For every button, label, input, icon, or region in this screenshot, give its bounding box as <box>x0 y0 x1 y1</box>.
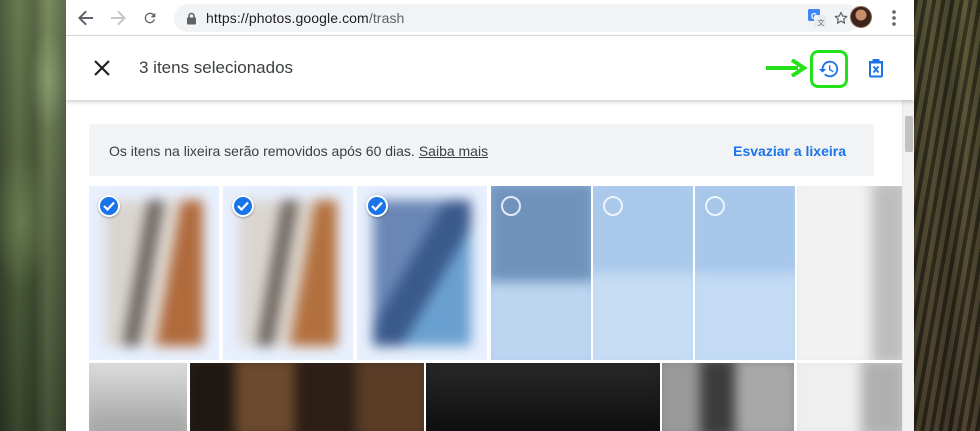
banner-text: Os itens na lixeira serão removidos após… <box>109 143 415 159</box>
photo-tile[interactable] <box>695 186 795 360</box>
more-vert-icon[interactable] <box>884 7 904 29</box>
google-photos-trash-page: 3 itens selecionados Os itens na lixeira… <box>66 36 914 431</box>
photo-tile[interactable] <box>797 186 902 360</box>
url-host: https://photos.google.com <box>206 10 369 26</box>
photo-thumbnail <box>239 200 337 346</box>
browser-window: https://photos.google.com/trash G 文 3 it… <box>66 0 914 431</box>
arrow-left-icon <box>78 10 93 26</box>
select-circle[interactable] <box>501 196 521 216</box>
svg-text:文: 文 <box>818 18 825 27</box>
trash-content: Os itens na lixeira serão removidos após… <box>66 100 902 431</box>
close-icon <box>94 60 110 76</box>
svg-text:G: G <box>811 12 817 21</box>
arrow-right-icon <box>766 59 808 77</box>
select-circle[interactable] <box>705 196 725 216</box>
address-bar[interactable]: https://photos.google.com/trash <box>174 4 860 32</box>
photo-tile[interactable] <box>190 363 424 431</box>
photo-tile-selected[interactable] <box>223 186 353 360</box>
lock-icon <box>184 11 198 25</box>
trash-info-banner: Os itens na lixeira serão removidos após… <box>89 124 874 176</box>
banner-message: Os itens na lixeira serão removidos após… <box>109 143 488 159</box>
star-icon[interactable] <box>832 9 850 27</box>
profile-avatar[interactable] <box>850 6 872 28</box>
selection-toolbar: 3 itens selecionados <box>66 36 914 100</box>
empty-trash-button[interactable]: Esvaziar a lixeira <box>733 143 846 159</box>
photo-tile[interactable] <box>491 186 591 360</box>
reload-button[interactable] <box>138 6 162 30</box>
forward-button[interactable] <box>106 6 130 30</box>
learn-more-link[interactable]: Saiba mais <box>419 143 488 159</box>
google-translate-icon[interactable]: G 文 <box>806 7 828 29</box>
photo-thumbnail <box>105 200 203 346</box>
photo-thumbnail <box>190 363 424 431</box>
reload-icon <box>144 12 156 24</box>
delete-forever-button[interactable] <box>864 56 888 80</box>
photo-thumbnail <box>662 363 794 431</box>
photo-tile[interactable] <box>797 363 902 431</box>
url-text: https://photos.google.com/trash <box>206 10 404 26</box>
photo-tile[interactable] <box>426 363 660 431</box>
photo-thumbnail <box>797 186 902 360</box>
check-icon[interactable] <box>98 195 120 217</box>
photo-tile[interactable] <box>593 186 693 360</box>
photo-tile[interactable] <box>89 363 187 431</box>
photo-tile-selected[interactable] <box>357 186 487 360</box>
browser-toolbar: https://photos.google.com/trash G 文 <box>66 0 914 36</box>
photo-thumbnail <box>797 363 902 431</box>
back-button[interactable] <box>74 6 98 30</box>
page-scrollbar[interactable] <box>902 100 914 431</box>
url-path: /trash <box>368 10 405 26</box>
restore-button[interactable] <box>810 50 848 88</box>
photo-thumbnail <box>426 363 660 431</box>
restore-history-icon <box>818 60 839 78</box>
photo-thumbnail <box>373 200 471 346</box>
selection-count: 3 itens selecionados <box>139 58 294 77</box>
photo-tile[interactable] <box>662 363 794 431</box>
scrollbar-thumb[interactable] <box>905 116 913 152</box>
select-circle[interactable] <box>603 196 623 216</box>
close-selection-button[interactable] <box>90 56 114 80</box>
delete-forever-icon <box>869 59 883 78</box>
check-icon[interactable] <box>232 195 254 217</box>
check-icon[interactable] <box>366 195 388 217</box>
arrow-right-icon <box>111 10 126 26</box>
photo-tile-selected[interactable] <box>89 186 219 360</box>
photo-thumbnail <box>89 363 187 431</box>
